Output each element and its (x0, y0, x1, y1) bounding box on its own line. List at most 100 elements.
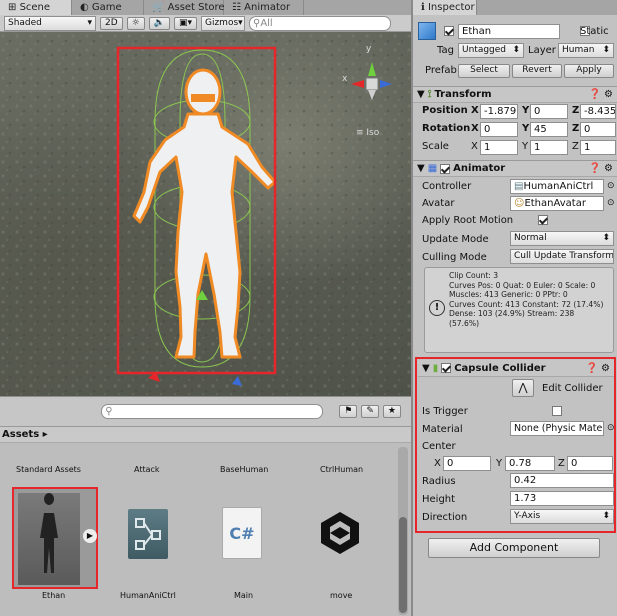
help-icon[interactable]: ❓ (586, 363, 598, 374)
axis-z-label: Z (572, 105, 580, 116)
foldout-arrow-icon[interactable]: ▼ (417, 89, 425, 100)
rotation-z-field[interactable]: 0 (580, 122, 616, 137)
add-component-button[interactable]: Add Component (428, 538, 600, 558)
prefab-revert-button[interactable]: Revert (512, 64, 562, 78)
gizmos-dropdown[interactable]: Gizmos ▾ (200, 15, 245, 31)
animator-header[interactable]: ▼ ▦ Animator ❓ ⚙ (413, 160, 617, 177)
tag-dropdown[interactable]: Untagged ⬍ (458, 43, 524, 58)
asset-item-ethan[interactable]: ▶ (12, 487, 98, 589)
tab-scene[interactable]: ⊞ Scene (0, 0, 72, 15)
scrollbar-thumb[interactable] (399, 517, 407, 613)
culling-mode-label: Culling Mode (422, 252, 487, 263)
assets-toolbar: ⚲ ⚑ ✎ ★ (0, 397, 411, 427)
scene-canvas (0, 32, 411, 396)
position-y-field[interactable]: 0 (530, 104, 568, 119)
info-line: Curves Pos: 0 Quat: 0 Euler: 0 Scale: 0 (449, 280, 596, 290)
assets-scrollbar[interactable] (398, 447, 408, 615)
position-z-field[interactable]: -8.435 (580, 104, 616, 119)
character-thumbnail-icon (18, 493, 80, 585)
transform-header[interactable]: ▼ ⟟ Transform ❓ ⚙ (413, 86, 617, 103)
active-checkbox[interactable] (444, 26, 454, 36)
object-name-field[interactable]: Ethan (458, 24, 560, 39)
capsule-collider-enabled-checkbox[interactable] (441, 363, 452, 373)
dropdown-arrow-icon: ⬍ (602, 511, 610, 521)
effects-toggle-icon[interactable]: ▣▾ (173, 16, 197, 30)
prefab-label: Prefab (425, 65, 457, 76)
audio-toggle-icon[interactable]: 🔈 (148, 16, 170, 30)
tab-game[interactable]: ◐ Game (72, 0, 144, 15)
tab-animator[interactable]: ☷ Animator (224, 0, 304, 15)
asset-basehuman[interactable]: BaseHuman (220, 465, 268, 474)
toggle-2d-button[interactable]: 2D (100, 16, 123, 30)
axis-y-label: Y (522, 105, 530, 116)
layer-dropdown[interactable]: Human ⬍ (558, 43, 614, 58)
settings-gear-icon[interactable]: ⚙ (604, 89, 613, 100)
direction-dropdown[interactable]: Y-Axis ⬍ (510, 509, 614, 524)
search-by-label-icon[interactable]: ✎ (361, 405, 379, 418)
tag-label: Tag (437, 45, 454, 56)
help-icon[interactable]: ❓ (589, 89, 601, 100)
tab-inspector[interactable]: ℹ Inspector (413, 0, 477, 15)
expand-arrow-icon[interactable]: ▶ (83, 529, 97, 543)
gizmo-y-label: y (366, 44, 372, 54)
tab-asset-store[interactable]: 🛒 Asset Store (144, 0, 225, 15)
prefab-select-button[interactable]: Select (458, 64, 510, 78)
capsule-collider-title: Capsule Collider (454, 362, 546, 374)
material-field[interactable]: None (Physic Materi (510, 421, 604, 436)
tab-inspector-label: Inspector (427, 2, 475, 13)
tab-asset-store-label: Asset Store (167, 2, 225, 13)
unity-logo-icon[interactable] (316, 509, 364, 557)
animator-enabled-checkbox[interactable] (440, 163, 451, 174)
transform-scale-row: Scale X 1 Y 1 Z 1 (422, 140, 617, 157)
layer-value: Human (562, 45, 595, 55)
axis-z-label: Z (572, 123, 580, 134)
assets-search-input[interactable]: ⚲ (101, 404, 324, 419)
update-mode-dropdown[interactable]: Normal ⬍ (510, 231, 614, 246)
favorite-star-icon[interactable]: ★ (382, 405, 401, 418)
lighting-toggle-icon[interactable]: ☼ (126, 16, 145, 30)
capsule-collider-header[interactable]: ▼ ▮ Capsule Collider ❓ ⚙ (418, 360, 614, 377)
foldout-arrow-icon[interactable]: ▼ (422, 363, 430, 374)
scale-z-field[interactable]: 1 (580, 140, 616, 155)
apply-root-motion-checkbox[interactable] (538, 215, 549, 225)
object-picker-icon[interactable]: ⊙ (607, 198, 615, 208)
scale-x-field[interactable]: 1 (480, 140, 518, 155)
center-y-field[interactable]: 0.78 (505, 456, 555, 471)
shading-mode-dropdown[interactable]: Shaded ▾ (4, 15, 96, 31)
center-z-field[interactable]: 0 (567, 456, 613, 471)
rotation-y-field[interactable]: 45 (530, 122, 568, 137)
animator-title: Animator (453, 163, 506, 174)
position-x-field[interactable]: -1.879 (480, 104, 518, 119)
breadcrumb-assets[interactable]: Assets (2, 429, 39, 440)
settings-gear-icon[interactable]: ⚙ (604, 163, 613, 174)
prefab-apply-button[interactable]: Apply (564, 64, 614, 78)
edit-collider-button[interactable]: ⋀ (512, 379, 534, 397)
scale-y-field[interactable]: 1 (530, 140, 568, 155)
culling-mode-dropdown[interactable]: Cull Update Transforms⬍ (510, 249, 614, 264)
center-x-field[interactable]: 0 (443, 456, 491, 471)
search-by-type-icon[interactable]: ⚑ (339, 405, 358, 418)
info-line: Dense: 103 (24.9%) Stream: 238 (449, 309, 575, 319)
asset-ctrlhuman[interactable]: CtrlHuman (320, 465, 363, 474)
rotation-x-field[interactable]: 0 (480, 122, 518, 137)
help-icon[interactable]: ❓ (589, 163, 601, 174)
radius-field[interactable]: 0.42 (510, 473, 614, 488)
height-field[interactable]: 1.73 (510, 491, 614, 506)
settings-gear-icon[interactable]: ⚙ (601, 363, 610, 374)
csharp-script-icon[interactable]: C# (222, 507, 262, 559)
asset-attack[interactable]: Attack (134, 465, 160, 474)
animator-controller-icon[interactable] (128, 509, 168, 559)
scene-search-input[interactable]: ⚲All (248, 15, 391, 31)
object-picker-icon[interactable]: ⊙ (607, 181, 615, 191)
object-picker-icon[interactable]: ⊙ (607, 423, 615, 433)
culling-mode-value: Cull Update Transforms (514, 251, 614, 261)
is-trigger-checkbox[interactable] (551, 406, 562, 416)
foldout-arrow-icon[interactable]: ▼ (417, 163, 425, 174)
animator-info-box: ! Clip Count: 3 Curves Pos: 0 Quat: 0 Eu… (424, 267, 614, 353)
asset-folder-standard-assets[interactable]: Standard Assets (16, 465, 81, 474)
asset-item-humananictrl-label: HumanAniCtrl (120, 591, 176, 600)
scene-viewport[interactable]: y x ≡ Iso (0, 32, 411, 396)
avatar-field[interactable]: ☺EthanAvatar (510, 196, 604, 211)
info-line: Clip Count: 3 (449, 271, 499, 280)
controller-field[interactable]: ▤HumanAniCtrl (510, 179, 604, 194)
